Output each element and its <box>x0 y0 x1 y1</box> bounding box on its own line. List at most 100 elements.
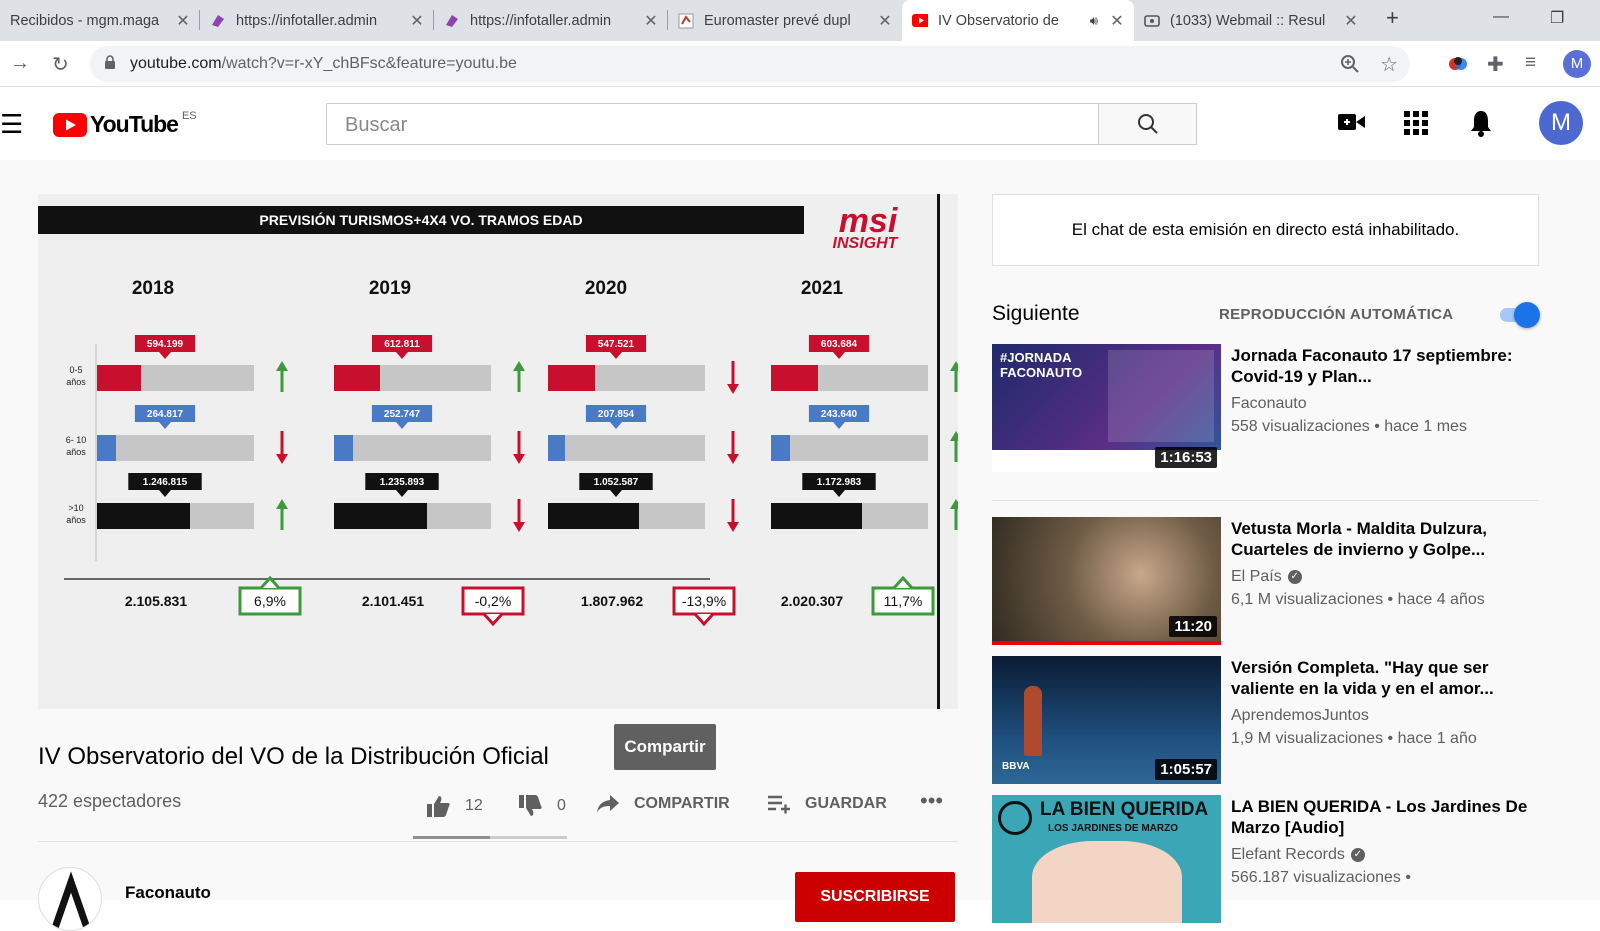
save-button[interactable]: GUARDAR <box>767 794 887 814</box>
omnibox[interactable]: youtube.com/watch?v=r-xY_chBFsc&feature=… <box>90 46 1410 82</box>
change-percent-label: -0,2% <box>475 593 512 609</box>
apps-grid-icon[interactable] <box>1404 111 1428 140</box>
infotaller-favicon-icon <box>444 13 460 29</box>
video-thumbnail[interactable]: #JORNADA FACONAUTO 1:16:53 <box>992 344 1221 472</box>
recommended-video[interactable]: BBVA 1:05:57 Versión Completa. "Hay que … <box>992 656 1539 784</box>
new-tab-icon[interactable]: + <box>1386 5 1399 31</box>
recommended-video-meta: AprendemosJuntos 1,9 M visualizaciones •… <box>1231 704 1531 750</box>
close-tab-icon[interactable]: ✕ <box>172 11 194 31</box>
share-bar-fill <box>334 503 427 529</box>
share-arrow-icon <box>597 795 619 813</box>
extensions-puzzle-icon[interactable]: ✚ <box>1487 52 1504 77</box>
close-tab-icon[interactable]: ✕ <box>874 11 896 31</box>
watch-progress-bar <box>992 641 1221 645</box>
more-actions-icon[interactable]: ••• <box>920 788 943 814</box>
tab-title: https://infotaller.admin <box>236 12 378 29</box>
video-duration: 1:05:57 <box>1155 759 1217 780</box>
share-bar-fill <box>548 503 639 529</box>
autoplay-toggle[interactable] <box>1500 302 1540 328</box>
hamburger-menu-icon[interactable]: ☰ <box>0 109 23 140</box>
youtube-logo[interactable]: YouTube ES <box>53 109 197 138</box>
close-tab-icon[interactable]: ✕ <box>1106 11 1128 31</box>
age-range-unit: años <box>66 377 86 387</box>
thumbnail-agenda-panel <box>1108 350 1214 442</box>
search-input[interactable]: Buscar <box>326 103 1099 145</box>
browser-tab[interactable]: https://infotaller.admin ✕ <box>434 0 668 41</box>
news-favicon-icon <box>678 13 694 29</box>
close-tab-icon[interactable]: ✕ <box>1340 11 1362 31</box>
brand-logo-subtext: INSIGHT <box>833 235 899 252</box>
share-bar-fill <box>334 435 353 461</box>
thumbnail-text: #JORNADA FACONAUTO <box>1000 350 1083 380</box>
extension-icon[interactable] <box>1447 53 1469 80</box>
share-button[interactable]: COMPARTIR <box>596 794 730 814</box>
video-thumbnail[interactable]: BBVA 1:05:57 <box>992 656 1221 784</box>
bookmark-star-icon[interactable]: ☆ <box>1380 52 1398 77</box>
media-control-icon[interactable]: ≡ <box>1525 52 1536 74</box>
browser-tab[interactable]: Euromaster prevé dupl ✕ <box>668 0 902 41</box>
video-thumbnail[interactable]: LA BIEN QUERIDA LOS JARDINES DE MARZO <box>992 795 1221 923</box>
like-button[interactable]: 12 <box>425 794 483 818</box>
account-avatar[interactable]: M <box>1539 101 1583 145</box>
tab-title: Euromaster prevé dupl <box>704 12 851 29</box>
autoplay-label: REPRODUCCIÓN AUTOMÁTICA <box>1219 306 1454 323</box>
share-bar-track <box>97 435 254 461</box>
channel-avatar[interactable] <box>38 867 102 931</box>
video-duration: 11:20 <box>1169 616 1217 637</box>
age-range-label: >10 <box>68 503 83 513</box>
subscribe-button[interactable]: SUSCRIBIRSE <box>795 872 955 922</box>
browser-tab[interactable]: Recibidos - mgm.maga ✕ <box>0 0 200 41</box>
channel-name[interactable]: Faconauto <box>125 883 211 903</box>
minimize-window-icon[interactable]: — <box>1493 8 1509 26</box>
share-bar-fill <box>771 365 818 391</box>
speaker-icon[interactable]: 🔊︎ <box>1090 13 1098 29</box>
recommended-video[interactable]: #JORNADA FACONAUTO 1:16:53 Jornada Facon… <box>992 344 1539 472</box>
age-range-unit: años <box>66 515 86 525</box>
region-code: ES <box>181 109 197 122</box>
url-host: youtube.com <box>130 55 222 72</box>
share-bar-track <box>771 435 928 461</box>
like-count: 12 <box>465 797 483 814</box>
video-player[interactable]: PREVISIÓN TURISMOS+4X4 VO. TRAMOS EDAD m… <box>38 194 958 709</box>
recommended-stats: 1,9 M visualizaciones • hace 1 año <box>1231 730 1477 747</box>
change-percent-label: 11,7% <box>884 593 923 609</box>
youtube-masthead: ☰ YouTube ES Buscar M <box>0 87 1600 160</box>
up-next-heading: Siguiente <box>992 302 1080 325</box>
video-title: IV Observatorio del VO de la Distribució… <box>38 743 549 770</box>
reload-icon[interactable]: ↻ <box>52 52 69 77</box>
browser-tab[interactable]: https://infotaller.admin ✕ <box>200 0 434 41</box>
age-range-label: 0-5 <box>69 365 82 375</box>
browser-profile-avatar[interactable]: M <box>1563 50 1591 78</box>
dislike-button[interactable]: 0 <box>517 794 566 818</box>
restore-window-icon[interactable]: ❐ <box>1550 8 1564 28</box>
recommended-stats: 6,1 M visualizaciones • hace 4 años <box>1231 591 1485 608</box>
share-bar-fill <box>334 365 380 391</box>
browser-tab-active[interactable]: IV Observatorio de 🔊︎ ✕ <box>902 0 1134 41</box>
dislike-count: 0 <box>557 797 566 814</box>
verified-check-icon: ✓ <box>1350 847 1365 862</box>
recommended-video[interactable]: 11:20 Vetusta Morla - Maldita Dulzura, C… <box>992 517 1539 645</box>
close-tab-icon[interactable]: ✕ <box>406 11 428 31</box>
divider <box>992 500 1539 501</box>
search-button[interactable] <box>1098 103 1197 145</box>
youtube-play-logo-icon <box>53 112 87 137</box>
record-label-logo-icon <box>998 801 1032 835</box>
lock-icon <box>104 55 116 75</box>
recommended-video-meta: Elefant Records ✓ 566.187 visualizaciones… <box>1231 843 1531 889</box>
recommended-video-title: Jornada Faconauto 17 septiembre: Covid-1… <box>1231 346 1513 386</box>
browser-tab[interactable]: (1033) Webmail :: Resul ✕ <box>1134 0 1368 41</box>
notifications-bell-icon[interactable] <box>1469 109 1493 142</box>
recommended-video[interactable]: LA BIEN QUERIDA LOS JARDINES DE MARZO LA… <box>992 795 1539 923</box>
share-bar-fill <box>97 503 190 529</box>
url-text[interactable]: youtube.com/watch?v=r-xY_chBFsc&feature=… <box>130 55 517 73</box>
thumbnail-speaker-figure <box>1024 686 1042 756</box>
video-thumbnail[interactable]: 11:20 <box>992 517 1221 645</box>
live-chat-disabled-notice: El chat de esta emisión en directo está … <box>992 194 1539 266</box>
create-video-icon[interactable] <box>1338 111 1366 138</box>
close-tab-icon[interactable]: ✕ <box>640 11 662 31</box>
recommended-video-meta: El País ✓ 6,1 M visualizaciones • hace 4 … <box>1231 565 1531 611</box>
zoom-icon[interactable] <box>1340 54 1360 79</box>
sentiment-like-fill <box>413 836 490 839</box>
recommended-channel: El País <box>1231 568 1282 585</box>
forward-icon[interactable]: → <box>10 52 30 75</box>
